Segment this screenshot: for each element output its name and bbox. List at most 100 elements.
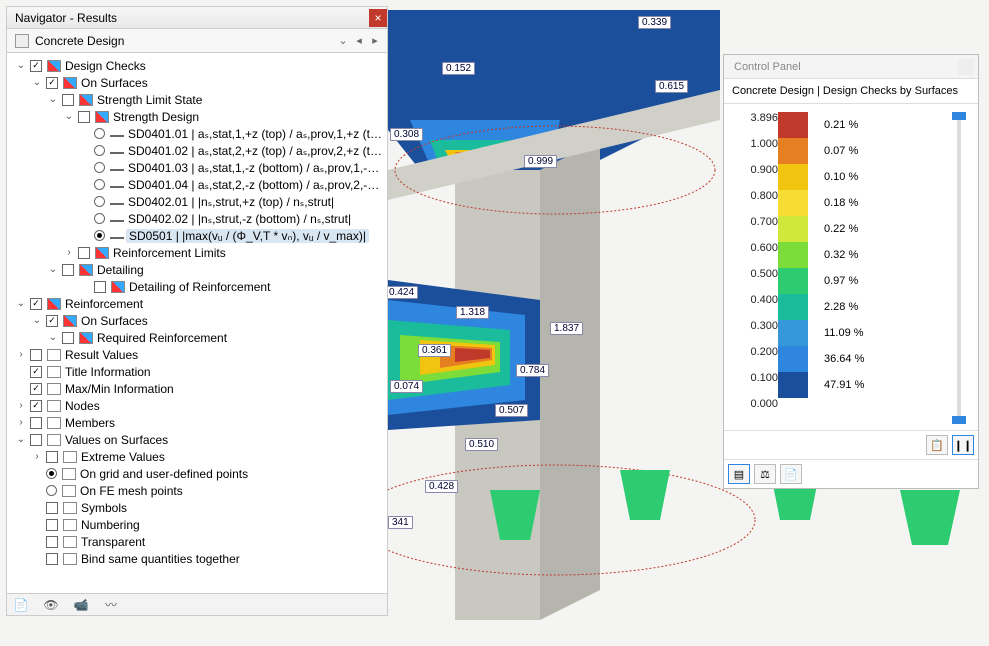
radio[interactable]	[94, 128, 105, 139]
legend-swatch[interactable]	[778, 138, 808, 164]
expand-icon[interactable]: ›	[31, 451, 43, 462]
tree-row[interactable]: ⌄Reinforcement	[9, 295, 385, 312]
legend-swatch[interactable]	[778, 372, 808, 398]
tree-row[interactable]: SD0401.04 | aₛ,stat,2,-z (bottom) / aₛ,p…	[9, 176, 385, 193]
legend-swatch[interactable]	[778, 242, 808, 268]
footer-button-3[interactable]: 〰	[101, 597, 121, 613]
expand-icon[interactable]: ›	[63, 247, 75, 258]
checkbox[interactable]	[30, 417, 42, 429]
radio[interactable]	[46, 468, 57, 479]
nav-prev-icon[interactable]: ◂	[351, 34, 367, 47]
slider-handle-bottom[interactable]	[952, 416, 966, 424]
checkbox[interactable]	[62, 332, 74, 344]
expand-icon[interactable]: ⌄	[31, 315, 43, 326]
tree-row[interactable]: ›Nodes	[9, 397, 385, 414]
checkbox[interactable]	[46, 536, 58, 548]
control-panel-titlebar[interactable]: Control Panel	[724, 55, 978, 79]
legend-swatch[interactable]	[778, 190, 808, 216]
chevron-down-icon[interactable]: ⌄	[335, 34, 351, 47]
tree-row[interactable]: ⌄Strength Limit State	[9, 91, 385, 108]
legend-swatch[interactable]	[778, 268, 808, 294]
tree-row[interactable]: ⌄On Surfaces	[9, 312, 385, 329]
navigator-section-bar[interactable]: Concrete Design ⌄ ◂ ▸	[7, 29, 387, 53]
tree-row[interactable]: ⌄Detailing	[9, 261, 385, 278]
close-icon[interactable]	[958, 59, 974, 75]
checkbox[interactable]	[30, 349, 42, 361]
tree-row[interactable]: Transparent	[9, 533, 385, 550]
checkbox[interactable]	[62, 94, 74, 106]
slider-handle-top[interactable]	[952, 112, 966, 120]
footer-button-1[interactable]: 👁	[41, 597, 61, 613]
tree-row[interactable]: Max/Min Information	[9, 380, 385, 397]
tree-row[interactable]: Symbols	[9, 499, 385, 516]
tree-row[interactable]: SD0401.03 | aₛ,stat,1,-z (bottom) / aₛ,p…	[9, 159, 385, 176]
navigator-tree[interactable]: ⌄Design Checks⌄On Surfaces⌄Strength Limi…	[7, 53, 387, 593]
legend-swatch[interactable]	[778, 294, 808, 320]
radio[interactable]	[94, 162, 105, 173]
footer-button-2[interactable]: 📹	[71, 597, 91, 613]
close-icon[interactable]: ×	[369, 9, 387, 27]
tab-clipboard[interactable]: 📄	[780, 464, 802, 484]
radio[interactable]	[94, 179, 105, 190]
radio[interactable]	[94, 213, 105, 224]
checkbox[interactable]	[30, 400, 42, 412]
checkbox[interactable]	[78, 247, 90, 259]
tree-row[interactable]: ›Extreme Values	[9, 448, 385, 465]
tree-row[interactable]: On FE mesh points	[9, 482, 385, 499]
expand-icon[interactable]: ⌄	[31, 77, 43, 88]
checkbox[interactable]	[46, 451, 58, 463]
tree-row[interactable]: Detailing of Reinforcement	[9, 278, 385, 295]
tab-balance[interactable]: ⚖	[754, 464, 776, 484]
legend-range-slider[interactable]	[950, 112, 968, 424]
tree-row[interactable]: ›Members	[9, 414, 385, 431]
expand-icon[interactable]: ⌄	[47, 94, 59, 105]
checkbox[interactable]	[46, 315, 58, 327]
legend-settings-button[interactable]: ❙❙	[952, 435, 974, 455]
tree-row[interactable]: SD0401.02 | aₛ,stat,2,+z (top) / aₛ,prov…	[9, 142, 385, 159]
expand-icon[interactable]: ⌄	[15, 434, 27, 445]
legend-swatch[interactable]	[778, 112, 808, 138]
checkbox[interactable]	[62, 264, 74, 276]
expand-icon[interactable]: ⌄	[47, 332, 59, 343]
tree-row[interactable]: ›Result Values	[9, 346, 385, 363]
radio[interactable]	[94, 196, 105, 207]
tree-row[interactable]: Numbering	[9, 516, 385, 533]
tree-row[interactable]: ⌄Design Checks	[9, 57, 385, 74]
checkbox[interactable]	[46, 553, 58, 565]
copy-legend-button[interactable]: 📋	[926, 435, 948, 455]
expand-icon[interactable]: ›	[15, 417, 27, 428]
checkbox[interactable]	[30, 366, 42, 378]
expand-icon[interactable]: ⌄	[15, 60, 27, 71]
tree-row[interactable]: ⌄On Surfaces	[9, 74, 385, 91]
tree-row[interactable]: On grid and user-defined points	[9, 465, 385, 482]
expand-icon[interactable]: ›	[15, 349, 27, 360]
tab-color-scale[interactable]: ▤	[728, 464, 750, 484]
legend-swatch[interactable]	[778, 346, 808, 372]
tree-row[interactable]: SD0402.01 | |nₛ,strut,+z (top) / nₛ,stru…	[9, 193, 385, 210]
tree-row[interactable]: SD0401.01 | aₛ,stat,1,+z (top) / aₛ,prov…	[9, 125, 385, 142]
navigator-titlebar[interactable]: Navigator - Results ×	[7, 7, 387, 29]
checkbox[interactable]	[30, 60, 42, 72]
checkbox[interactable]	[30, 298, 42, 310]
tree-row[interactable]: SD0501 | |max(vᵤ / (Φ_V,T * vₙ), vᵤ / v_…	[9, 227, 385, 244]
tree-row[interactable]: ⌄Values on Surfaces	[9, 431, 385, 448]
legend-swatch[interactable]	[778, 216, 808, 242]
tree-row[interactable]: ›Reinforcement Limits	[9, 244, 385, 261]
tree-row[interactable]: Title Information	[9, 363, 385, 380]
tree-row[interactable]: ⌄Strength Design	[9, 108, 385, 125]
checkbox[interactable]	[46, 519, 58, 531]
expand-icon[interactable]: ⌄	[47, 264, 59, 275]
checkbox[interactable]	[78, 111, 90, 123]
radio[interactable]	[94, 145, 105, 156]
tree-row[interactable]: SD0402.02 | |nₛ,strut,-z (bottom) / nₛ,s…	[9, 210, 385, 227]
legend-swatch[interactable]	[778, 164, 808, 190]
legend-swatch[interactable]	[778, 320, 808, 346]
checkbox[interactable]	[94, 281, 106, 293]
radio[interactable]	[94, 230, 105, 241]
checkbox[interactable]	[46, 77, 58, 89]
checkbox[interactable]	[30, 434, 42, 446]
expand-icon[interactable]: ⌄	[15, 298, 27, 309]
expand-icon[interactable]: ›	[15, 400, 27, 411]
nav-next-icon[interactable]: ▸	[367, 34, 383, 47]
expand-icon[interactable]: ⌄	[63, 111, 75, 122]
